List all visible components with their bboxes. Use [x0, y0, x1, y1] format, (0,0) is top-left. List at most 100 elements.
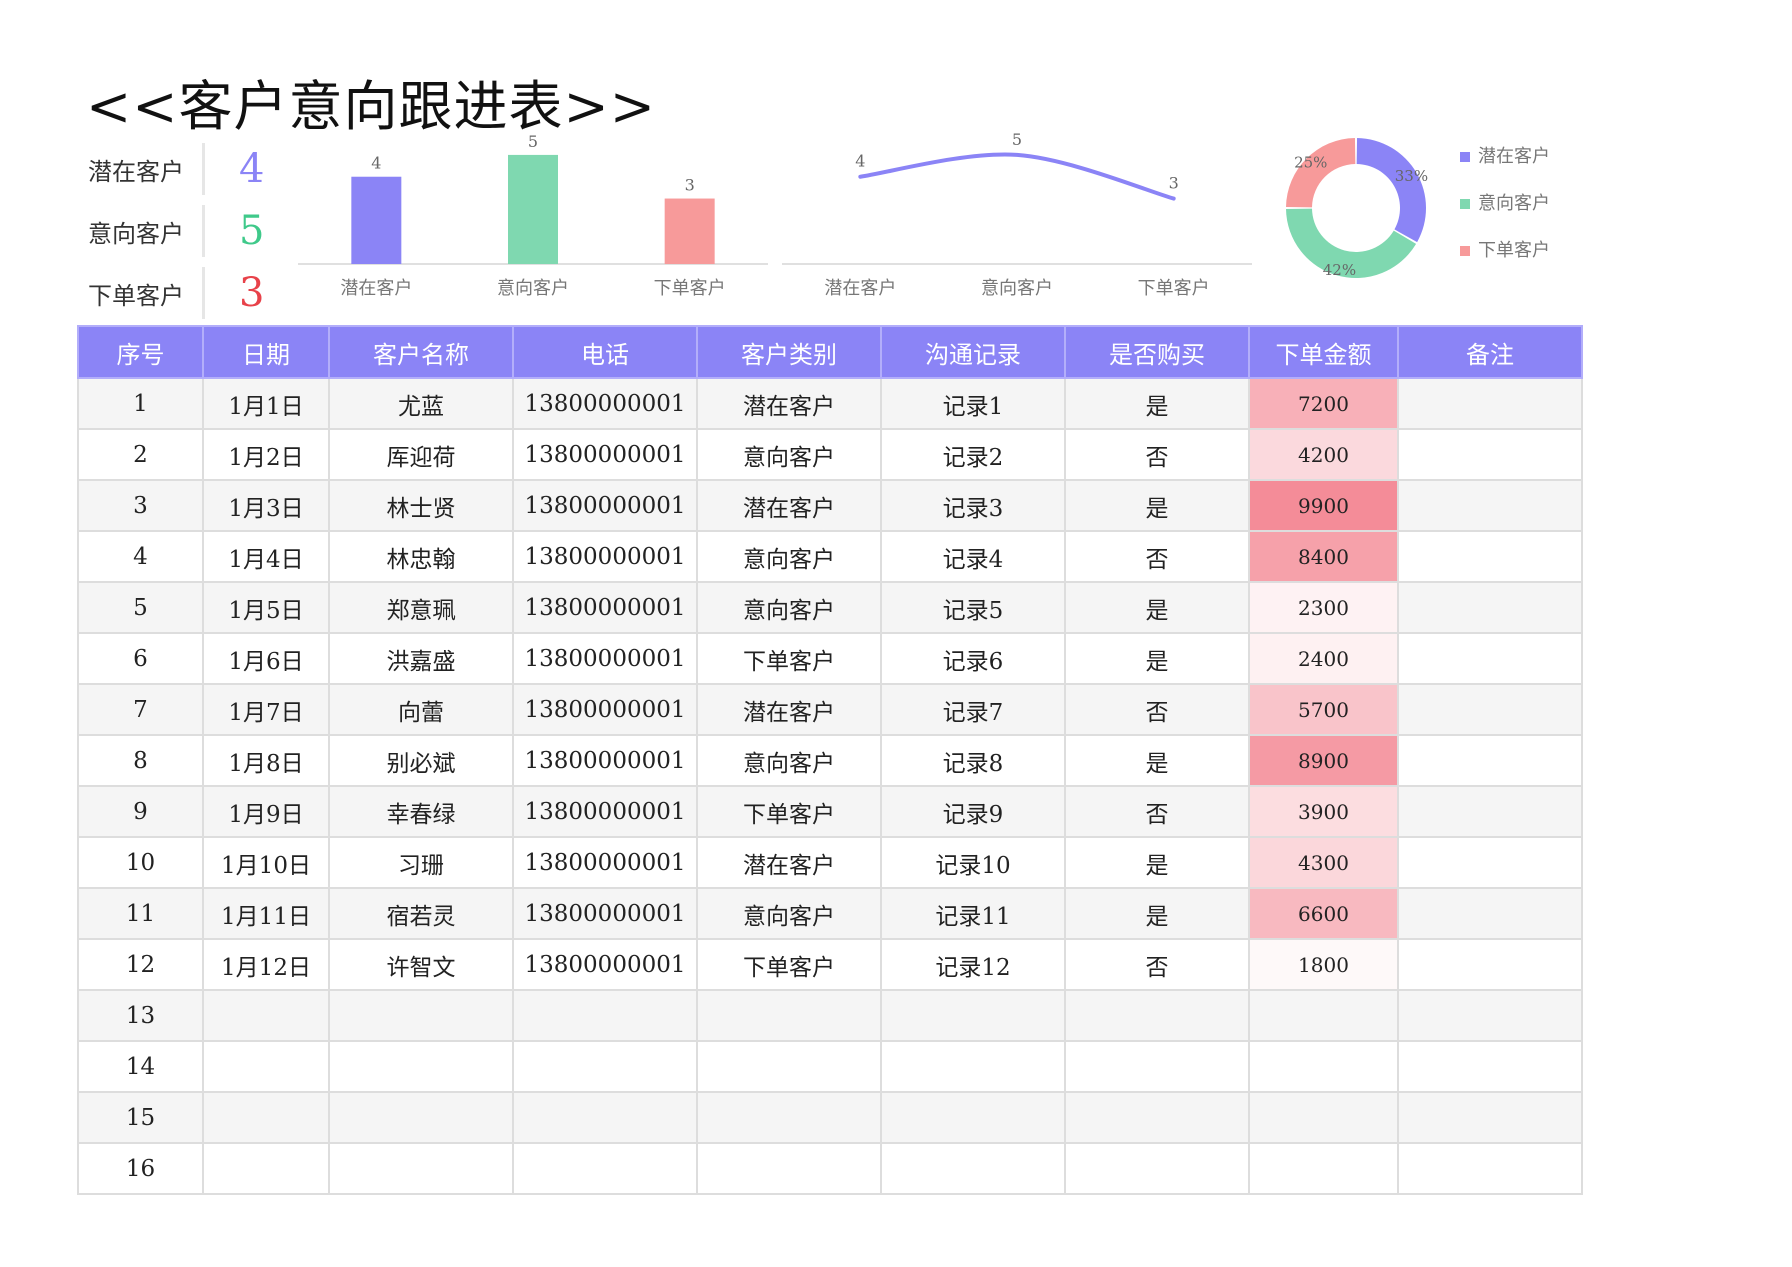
table-cell[interactable] — [696, 1040, 882, 1093]
table-cell[interactable]: 13800000001 — [512, 938, 698, 991]
table-cell[interactable] — [1397, 581, 1583, 634]
table-cell[interactable] — [1397, 428, 1583, 481]
table-cell[interactable] — [328, 989, 514, 1042]
table-cell[interactable]: 1月5日 — [202, 581, 330, 634]
table-cell[interactable]: 1月7日 — [202, 683, 330, 736]
table-cell[interactable]: 是 — [1064, 479, 1250, 532]
table-cell[interactable] — [1397, 377, 1583, 430]
table-cell[interactable]: 记录9 — [880, 785, 1066, 838]
table-cell[interactable]: 13800000001 — [512, 479, 698, 532]
table-cell[interactable]: 13800000001 — [512, 581, 698, 634]
table-cell[interactable]: 6600 — [1248, 887, 1399, 940]
table-cell[interactable] — [512, 989, 698, 1042]
table-cell[interactable]: 7 — [77, 683, 204, 736]
table-cell[interactable]: 13800000001 — [512, 836, 698, 889]
table-cell[interactable]: 2300 — [1248, 581, 1399, 634]
table-cell[interactable]: 9 — [77, 785, 204, 838]
table-cell[interactable]: 意向客户 — [696, 530, 882, 583]
table-cell[interactable]: 1月11日 — [202, 887, 330, 940]
table-cell[interactable]: 习珊 — [328, 836, 514, 889]
table-cell[interactable]: 否 — [1064, 428, 1250, 481]
table-cell[interactable] — [1064, 1142, 1250, 1195]
table-cell[interactable]: 6 — [77, 632, 204, 685]
table-cell[interactable]: 是 — [1064, 632, 1250, 685]
table-cell[interactable] — [512, 1142, 698, 1195]
table-cell[interactable]: 3900 — [1248, 785, 1399, 838]
table-cell[interactable]: 记录1 — [880, 377, 1066, 430]
table-cell[interactable]: 潜在客户 — [696, 836, 882, 889]
table-cell[interactable]: 潜在客户 — [696, 683, 882, 736]
table-cell[interactable]: 4300 — [1248, 836, 1399, 889]
table-cell[interactable]: 记录11 — [880, 887, 1066, 940]
table-cell[interactable] — [1064, 1040, 1250, 1093]
table-cell[interactable]: 5 — [77, 581, 204, 634]
table-cell[interactable]: 2 — [77, 428, 204, 481]
table-cell[interactable]: 1月9日 — [202, 785, 330, 838]
table-cell[interactable]: 是 — [1064, 836, 1250, 889]
table-cell[interactable]: 潜在客户 — [696, 377, 882, 430]
table-cell[interactable] — [880, 1040, 1066, 1093]
table-cell[interactable]: 否 — [1064, 683, 1250, 736]
table-cell[interactable]: 12 — [77, 938, 204, 991]
table-cell[interactable]: 记录6 — [880, 632, 1066, 685]
table-cell[interactable] — [880, 989, 1066, 1042]
table-cell[interactable]: 许智文 — [328, 938, 514, 991]
table-cell[interactable]: 14 — [77, 1040, 204, 1093]
table-cell[interactable]: 13800000001 — [512, 785, 698, 838]
table-cell[interactable] — [512, 1040, 698, 1093]
table-cell[interactable]: 2400 — [1248, 632, 1399, 685]
table-cell[interactable]: 否 — [1064, 530, 1250, 583]
table-cell[interactable]: 厍迎荷 — [328, 428, 514, 481]
table-cell[interactable] — [696, 989, 882, 1042]
table-cell[interactable]: 8900 — [1248, 734, 1399, 787]
table-cell[interactable]: 宿若灵 — [328, 887, 514, 940]
table-cell[interactable]: 13800000001 — [512, 377, 698, 430]
table-cell[interactable] — [1397, 887, 1583, 940]
table-cell[interactable]: 否 — [1064, 785, 1250, 838]
table-cell[interactable]: 13800000001 — [512, 428, 698, 481]
table-cell[interactable]: 1月6日 — [202, 632, 330, 685]
table-cell[interactable] — [1248, 989, 1399, 1042]
table-cell[interactable] — [202, 989, 330, 1042]
table-cell[interactable]: 3 — [77, 479, 204, 532]
table-cell[interactable] — [880, 1142, 1066, 1195]
table-cell[interactable] — [202, 1040, 330, 1093]
table-cell[interactable]: 尤蓝 — [328, 377, 514, 430]
table-cell[interactable] — [512, 1091, 698, 1144]
table-cell[interactable]: 是 — [1064, 734, 1250, 787]
table-cell[interactable]: 潜在客户 — [696, 479, 882, 532]
table-cell[interactable]: 13 — [77, 989, 204, 1042]
table-cell[interactable]: 1月10日 — [202, 836, 330, 889]
table-cell[interactable]: 记录4 — [880, 530, 1066, 583]
table-cell[interactable]: 1月4日 — [202, 530, 330, 583]
table-cell[interactable]: 13800000001 — [512, 683, 698, 736]
table-cell[interactable]: 记录10 — [880, 836, 1066, 889]
table-cell[interactable]: 1 — [77, 377, 204, 430]
table-cell[interactable] — [696, 1142, 882, 1195]
table-cell[interactable]: 1800 — [1248, 938, 1399, 991]
table-cell[interactable]: 13800000001 — [512, 887, 698, 940]
table-cell[interactable]: 别必斌 — [328, 734, 514, 787]
table-cell[interactable]: 记录12 — [880, 938, 1066, 991]
table-cell[interactable]: 11 — [77, 887, 204, 940]
table-cell[interactable]: 意向客户 — [696, 887, 882, 940]
table-cell[interactable]: 洪嘉盛 — [328, 632, 514, 685]
table-cell[interactable] — [1397, 785, 1583, 838]
table-cell[interactable] — [1397, 632, 1583, 685]
table-cell[interactable]: 1月3日 — [202, 479, 330, 532]
table-cell[interactable] — [1397, 530, 1583, 583]
table-cell[interactable]: 16 — [77, 1142, 204, 1195]
table-cell[interactable] — [1397, 1040, 1583, 1093]
table-cell[interactable]: 记录7 — [880, 683, 1066, 736]
table-cell[interactable] — [1397, 734, 1583, 787]
table-cell[interactable] — [1248, 1091, 1399, 1144]
table-cell[interactable]: 记录5 — [880, 581, 1066, 634]
table-cell[interactable]: 向蕾 — [328, 683, 514, 736]
table-cell[interactable]: 1月12日 — [202, 938, 330, 991]
table-cell[interactable]: 1月1日 — [202, 377, 330, 430]
table-cell[interactable]: 13800000001 — [512, 632, 698, 685]
table-cell[interactable]: 9900 — [1248, 479, 1399, 532]
table-cell[interactable]: 7200 — [1248, 377, 1399, 430]
table-cell[interactable] — [202, 1142, 330, 1195]
table-cell[interactable] — [328, 1040, 514, 1093]
